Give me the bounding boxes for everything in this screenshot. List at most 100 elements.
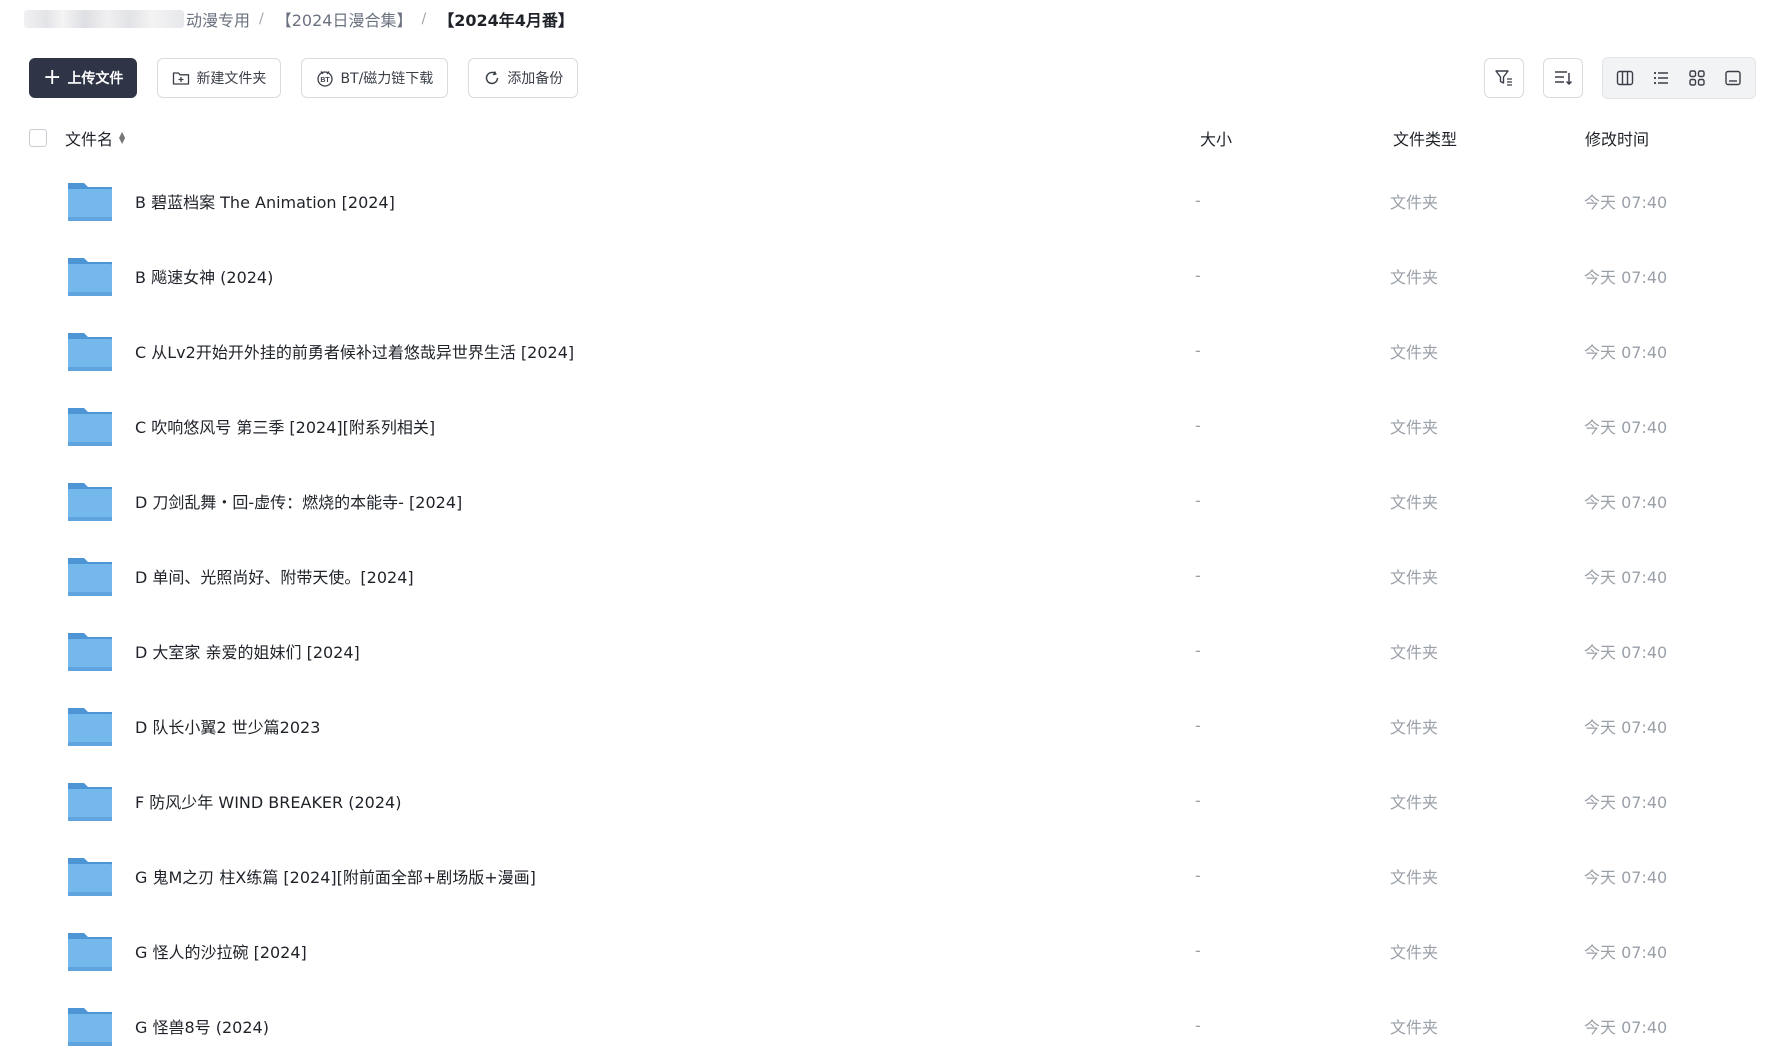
breadcrumb: 动漫专用 / 【2024日漫合集】 / 【2024年4月番】	[24, 4, 574, 34]
file-modified: 今天 07:40	[1584, 417, 1668, 437]
filter-icon	[1495, 70, 1512, 86]
column-header-name[interactable]: 文件名 ▲ ▼	[65, 126, 125, 150]
file-name[interactable]: D 刀剑乱舞・回-虚传：燃烧的本能寺- [2024]	[135, 489, 462, 513]
folder-icon	[68, 333, 112, 371]
file-size: -	[1195, 266, 1201, 285]
toolbar: + 上传文件 新建文件夹 BT BT/磁力链下载 添加备份	[29, 57, 1756, 99]
new-folder-button[interactable]: 新建文件夹	[157, 58, 282, 98]
bt-download-button[interactable]: BT BT/磁力链下载	[301, 58, 449, 98]
file-size: -	[1195, 491, 1201, 510]
table-row[interactable]: D 单间、光照尚好、附带天使。[2024] - 文件夹 今天 07:40	[0, 538, 1770, 613]
folder-icon	[68, 858, 112, 896]
folder-icon	[68, 1008, 112, 1046]
folder-icon	[68, 258, 112, 296]
file-name[interactable]: C 吹响悠风号 第三季 [2024][附系列相关]	[135, 414, 435, 438]
file-name[interactable]: G 怪人的沙拉碗 [2024]	[135, 939, 307, 963]
table-row[interactable]: G 怪兽8号 (2024) - 文件夹 今天 07:40	[0, 988, 1770, 1053]
file-type: 文件夹	[1390, 267, 1439, 287]
list-view-button[interactable]	[1644, 61, 1678, 95]
table-row[interactable]: G 怪人的沙拉碗 [2024] - 文件夹 今天 07:40	[0, 913, 1770, 988]
column-header-type[interactable]: 文件类型	[1393, 126, 1457, 150]
file-modified: 今天 07:40	[1584, 192, 1668, 212]
file-name[interactable]: C 从Lv2开始开外挂的前勇者候补过着悠哉异世界生活 [2024]	[135, 339, 574, 363]
file-type: 文件夹	[1390, 867, 1439, 887]
preview-view-button[interactable]	[1716, 61, 1750, 95]
file-modified: 今天 07:40	[1584, 492, 1668, 512]
breadcrumb-item-anime[interactable]: 动漫专用	[186, 7, 250, 31]
table-header: 文件名 ▲ ▼ 大小 文件类型 修改时间	[29, 122, 1770, 154]
file-modified: 今天 07:40	[1584, 942, 1668, 962]
file-type: 文件夹	[1390, 417, 1439, 437]
table-row[interactable]: G 鬼M之刃 柱X练篇 [2024][附前面全部+剧场版+漫画] - 文件夹 今…	[0, 838, 1770, 913]
bt-download-button-label: BT/磁力链下载	[340, 71, 434, 87]
table-row[interactable]: B 碧蓝档案 The Animation [2024] - 文件夹 今天 07:…	[0, 163, 1770, 238]
table-row[interactable]: F 防风少年 WIND BREAKER (2024) - 文件夹 今天 07:4…	[0, 763, 1770, 838]
file-modified: 今天 07:40	[1584, 717, 1668, 737]
file-modified: 今天 07:40	[1584, 792, 1668, 812]
file-name[interactable]: D 大室家 亲爱的姐妹们 [2024]	[135, 639, 360, 663]
sort-button[interactable]	[1543, 58, 1583, 98]
sort-arrows-icon[interactable]: ▲ ▼	[119, 131, 125, 145]
blurred-breadcrumb-segment	[24, 10, 184, 28]
file-size: -	[1195, 791, 1201, 810]
bt-icon: BT	[316, 69, 334, 87]
file-type: 文件夹	[1390, 567, 1439, 587]
file-type: 文件夹	[1390, 717, 1439, 737]
preview-view-icon	[1725, 70, 1741, 86]
breadcrumb-separator: /	[421, 11, 427, 27]
file-type: 文件夹	[1390, 942, 1439, 962]
folder-icon	[68, 183, 112, 221]
file-name[interactable]: G 鬼M之刃 柱X练篇 [2024][附前面全部+剧场版+漫画]	[135, 864, 536, 888]
file-size: -	[1195, 716, 1201, 735]
folder-icon	[68, 408, 112, 446]
file-name[interactable]: B 飚速女神 (2024)	[135, 264, 273, 288]
file-size: -	[1195, 341, 1201, 360]
file-name[interactable]: G 怪兽8号 (2024)	[135, 1014, 269, 1038]
file-name[interactable]: D 单间、光照尚好、附带天使。[2024]	[135, 564, 414, 588]
file-list: B 碧蓝档案 The Animation [2024] - 文件夹 今天 07:…	[0, 163, 1770, 1053]
folder-icon	[68, 933, 112, 971]
table-row[interactable]: D 刀剑乱舞・回-虚传：燃烧的本能寺- [2024] - 文件夹 今天 07:4…	[0, 463, 1770, 538]
breadcrumb-item-current: 【2024年4月番】	[438, 11, 574, 30]
file-size: -	[1195, 941, 1201, 960]
column-header-size[interactable]: 大小	[1200, 126, 1232, 150]
file-modified: 今天 07:40	[1584, 642, 1668, 662]
table-row[interactable]: B 飚速女神 (2024) - 文件夹 今天 07:40	[0, 238, 1770, 313]
upload-button[interactable]: + 上传文件	[29, 58, 138, 98]
svg-text:BT: BT	[321, 77, 331, 84]
file-type: 文件夹	[1390, 342, 1439, 362]
file-size: -	[1195, 641, 1201, 660]
select-all-checkbox[interactable]	[29, 129, 47, 147]
file-type: 文件夹	[1390, 492, 1439, 512]
file-name[interactable]: F 防风少年 WIND BREAKER (2024)	[135, 789, 401, 813]
file-type: 文件夹	[1390, 192, 1439, 212]
folder-icon	[68, 483, 112, 521]
refresh-icon	[483, 69, 501, 87]
table-row[interactable]: C 吹响悠风号 第三季 [2024][附系列相关] - 文件夹 今天 07:40	[0, 388, 1770, 463]
add-backup-button[interactable]: 添加备份	[468, 58, 579, 98]
table-row[interactable]: D 队长小翼2 世少篇2023 - 文件夹 今天 07:40	[0, 688, 1770, 763]
upload-button-label: 上传文件	[67, 71, 124, 87]
column-view-button[interactable]	[1608, 61, 1642, 95]
breadcrumb-item-2024-collection[interactable]: 【2024日漫合集】	[276, 7, 413, 31]
grid-view-icon	[1689, 70, 1705, 86]
grid-view-button[interactable]	[1680, 61, 1714, 95]
folder-plus-icon	[172, 70, 190, 86]
folder-icon	[68, 633, 112, 671]
file-size: -	[1195, 1016, 1201, 1035]
file-type: 文件夹	[1390, 642, 1439, 662]
file-name[interactable]: D 队长小翼2 世少篇2023	[135, 714, 320, 738]
file-browser-page: 动漫专用 / 【2024日漫合集】 / 【2024年4月番】 + 上传文件 新建…	[0, 0, 1770, 1053]
table-row[interactable]: D 大室家 亲爱的姐妹们 [2024] - 文件夹 今天 07:40	[0, 613, 1770, 688]
file-modified: 今天 07:40	[1584, 1017, 1668, 1037]
file-name[interactable]: B 碧蓝档案 The Animation [2024]	[135, 189, 395, 213]
column-view-icon	[1616, 70, 1634, 86]
file-modified: 今天 07:40	[1584, 867, 1668, 887]
new-folder-button-label: 新建文件夹	[196, 71, 267, 87]
file-size: -	[1195, 191, 1201, 210]
file-size: -	[1195, 566, 1201, 585]
table-row[interactable]: C 从Lv2开始开外挂的前勇者候补过着悠哉异世界生活 [2024] - 文件夹 …	[0, 313, 1770, 388]
filter-button[interactable]	[1484, 58, 1524, 98]
column-header-modified[interactable]: 修改时间	[1585, 126, 1649, 150]
file-size: -	[1195, 416, 1201, 435]
